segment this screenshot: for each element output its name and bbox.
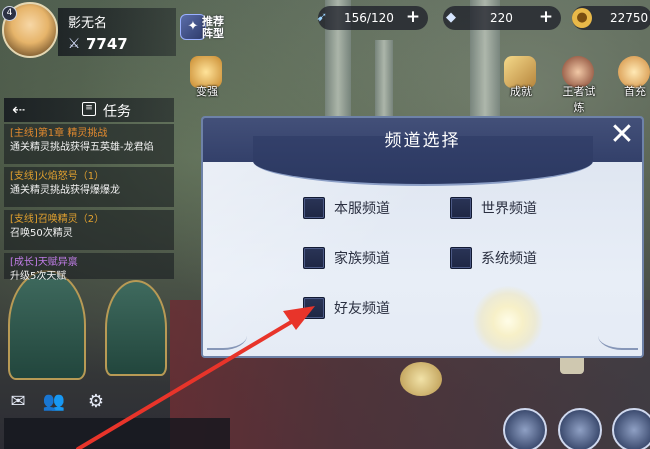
add-energy-button[interactable]: + [404, 9, 422, 27]
task-item[interactable]: [成长]天赋异禀 升级5次天赋 [4, 253, 174, 282]
channel-option-world[interactable]: 世界频道 [450, 195, 537, 221]
task-item[interactable]: [支线]召唤精灵（2） 召唤50次精灵 [4, 210, 174, 250]
task-description: 通关精灵挑战获得爆爆龙 [10, 185, 120, 196]
strengthen-label: 变强 [196, 85, 218, 98]
channel-label: 家族频道 [334, 251, 390, 267]
channel-option-friend[interactable]: 好友频道 [303, 295, 390, 321]
dialog-frame [201, 116, 644, 358]
task-name: 召唤精灵（2） [37, 214, 105, 225]
task-name: 第1章 精灵挑战 [37, 128, 108, 139]
dialog-title: 频道选择 [384, 131, 461, 151]
task-panel-title: 任务 [103, 104, 131, 120]
task-panel-header: ⇠ ≡ 任务 [4, 98, 174, 122]
king-trial-label: 王者试炼 [562, 85, 596, 114]
task-name: 火焰怒号（1） [37, 171, 105, 182]
channel-checkbox[interactable] [303, 247, 325, 269]
task-tag: [支线] [10, 171, 38, 182]
chat-settings-icon[interactable]: ⚙ [82, 390, 110, 414]
player-name: 影无名 [68, 16, 108, 31]
chat-input-bar[interactable] [4, 418, 230, 449]
channel-label: 系统频道 [481, 251, 537, 267]
task-description: 升级5次天赋 [10, 271, 67, 282]
channel-label: 本服频道 [334, 201, 390, 217]
dialog-body [203, 162, 642, 356]
first-charge-button[interactable]: 首充 [614, 56, 650, 98]
task-tag: [支线] [10, 214, 38, 225]
add-diamond-button[interactable]: + [537, 9, 555, 27]
gold-coin-icon: ● [572, 8, 592, 28]
first-charge-label: 首充 [624, 85, 646, 98]
task-item[interactable]: [支线]火焰怒号（1） 通关精灵挑战获得爆爆龙 [4, 167, 174, 207]
gold-value: 22750 [610, 11, 649, 25]
channel-checkbox[interactable] [450, 197, 472, 219]
player-power-value: 7747 [86, 35, 128, 53]
close-icon[interactable]: ✕ [606, 120, 638, 152]
task-name: 天赋异禀 [37, 257, 78, 268]
recommended-lineup-button[interactable]: ✦ 推荐阵型 [178, 10, 240, 46]
task-description: 通关精灵挑战获得五英雄-龙君焰 [10, 142, 154, 153]
energy-icon: ➹ [316, 10, 328, 25]
glow-orb [473, 286, 543, 356]
channel-option-system[interactable]: 系统频道 [450, 245, 537, 271]
channel-checkbox[interactable] [450, 247, 472, 269]
energy-value: 156/120 [344, 11, 394, 25]
scene-ornament [400, 362, 442, 396]
channel-option-family[interactable]: 家族频道 [303, 245, 390, 271]
task-tag: [主线] [10, 128, 38, 139]
channel-select-dialog: 频道选择 ✕ 本服频道 世界频道 家族频道 系统频道 好友频道 [201, 116, 644, 358]
achievement-button[interactable]: 成就 [500, 56, 540, 98]
energy-resource-bar: ➹ 156/120 + [317, 6, 428, 30]
gold-resource-bar: ● 22750 [572, 6, 650, 30]
scene-tower [8, 270, 86, 380]
task-list: [主线]第1章 精灵挑战 通关精灵挑战获得五英雄-龙君焰 [支线]火焰怒号（1）… [4, 124, 174, 282]
player-power: ⚔ 7747 [66, 35, 128, 53]
diamond-value: 220 [490, 11, 513, 25]
crossed-swords-icon: ⚔ [67, 36, 81, 52]
channel-option-server[interactable]: 本服频道 [303, 195, 390, 221]
channel-label: 世界频道 [481, 201, 537, 217]
task-tag: [成长] [10, 257, 38, 268]
scene-tower [105, 280, 167, 376]
diamond-icon: ◆ [446, 10, 456, 25]
bag-icon[interactable] [612, 408, 650, 449]
compass-icon[interactable] [503, 408, 547, 449]
mail-icon[interactable]: ✉ [4, 390, 32, 414]
achievement-label: 成就 [510, 85, 532, 98]
collapse-arrow-icon[interactable]: ⇠ [12, 100, 25, 119]
diamond-resource-bar: ◆ 220 + [443, 6, 561, 30]
channel-checkbox[interactable] [303, 197, 325, 219]
channel-checkbox[interactable] [303, 297, 325, 319]
hero-menu-icon[interactable] [558, 408, 602, 449]
task-item[interactable]: [主线]第1章 精灵挑战 通关精灵挑战获得五英雄-龙君焰 [4, 124, 174, 164]
strengthen-button[interactable]: 变强 [186, 56, 226, 98]
king-trial-button[interactable]: 王者试炼 [558, 56, 598, 114]
recommended-lineup-label: 推荐阵型 [202, 15, 224, 40]
task-description: 召唤50次精灵 [10, 228, 73, 239]
player-level-badge: 4 [2, 6, 17, 21]
friends-icon[interactable]: 👥 [40, 390, 68, 414]
scene-pillar [375, 40, 393, 120]
task-list-icon: ≡ [82, 102, 96, 116]
channel-label: 好友频道 [334, 301, 390, 317]
